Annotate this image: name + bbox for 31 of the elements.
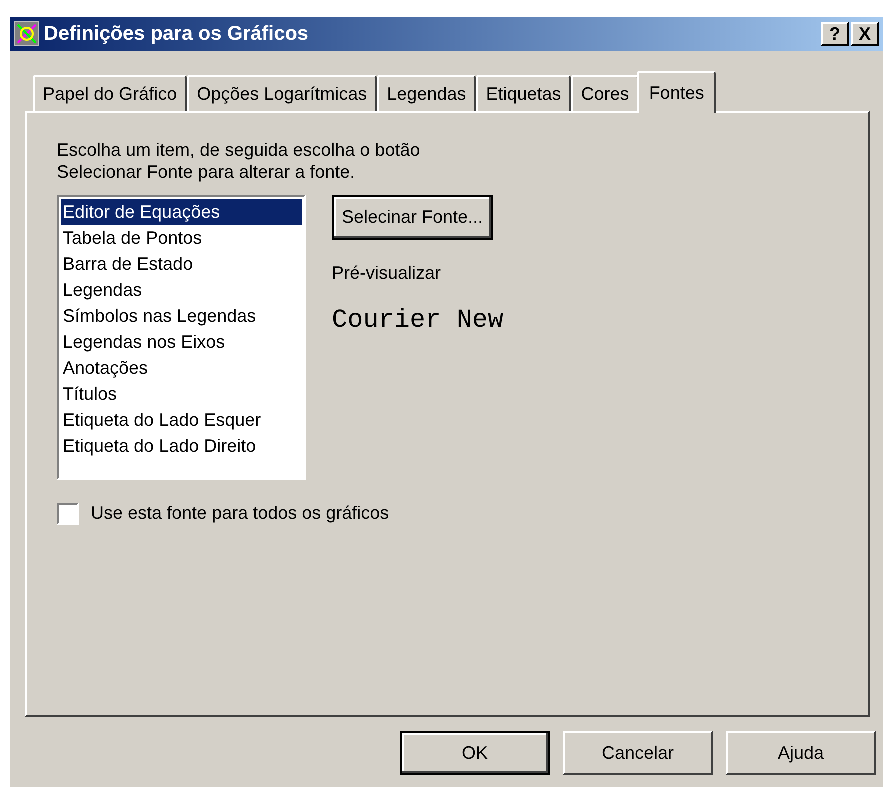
help-button[interactable]: ? [821, 22, 849, 46]
tab[interactable]: Cores [571, 75, 640, 111]
list-item[interactable]: Editor de Equações [61, 199, 302, 225]
chart-app-icon [14, 21, 40, 47]
font-item-list[interactable]: Editor de Equações Tabela de Pontos Barra de Estado Legendas Símbolos nas Legendas Legendas nos Eixos Anotações Títulos Etiqueta do Lado Esquer Etiqueta do Lado Direito [57, 195, 306, 480]
list-item[interactable]: Legendas nos Eixos [61, 329, 302, 355]
dialog-button[interactable]: Cancelar [563, 731, 713, 775]
select-font-button[interactable]: Selecinar Fonte... [332, 195, 494, 240]
tab[interactable]: Fontes [637, 71, 716, 113]
preview-label: Pré-visualizar [332, 262, 442, 285]
window-title: Definições para os Gráficos [44, 22, 309, 47]
dialog-button[interactable]: Ajuda [726, 731, 876, 775]
list-item[interactable]: Anotações [61, 355, 302, 381]
list-item[interactable]: Barra de Estado [61, 251, 302, 277]
font-preview-text: Courier New [332, 304, 504, 337]
list-item[interactable]: Títulos [61, 381, 302, 407]
instruction-text: Selecionar Fonte para alterar a fonte. [57, 161, 356, 183]
close-button[interactable]: X [851, 22, 879, 46]
tab[interactable]: Opções Logarítmicas [187, 75, 378, 111]
list-item[interactable]: Etiqueta do Lado Esquer [61, 407, 302, 433]
tab[interactable]: Etiquetas [476, 75, 572, 111]
tab[interactable]: Legendas [377, 75, 476, 111]
checkbox-label[interactable]: Use esta fonte para todos os gráficos [91, 500, 390, 527]
list-item[interactable]: Etiqueta do Lado Direito [61, 433, 302, 459]
list-item[interactable]: Legendas [61, 277, 302, 303]
checkbox[interactable] [57, 502, 79, 524]
list-item[interactable]: Símbolos nas Legendas [61, 303, 302, 329]
tab[interactable]: Papel do Gráfico [33, 75, 188, 111]
dialog-button[interactable]: OK [400, 731, 550, 775]
list-item[interactable]: Tabela de Pontos [61, 225, 302, 251]
instruction-text: Escolha um item, de seguida escolha o botão [57, 139, 422, 161]
